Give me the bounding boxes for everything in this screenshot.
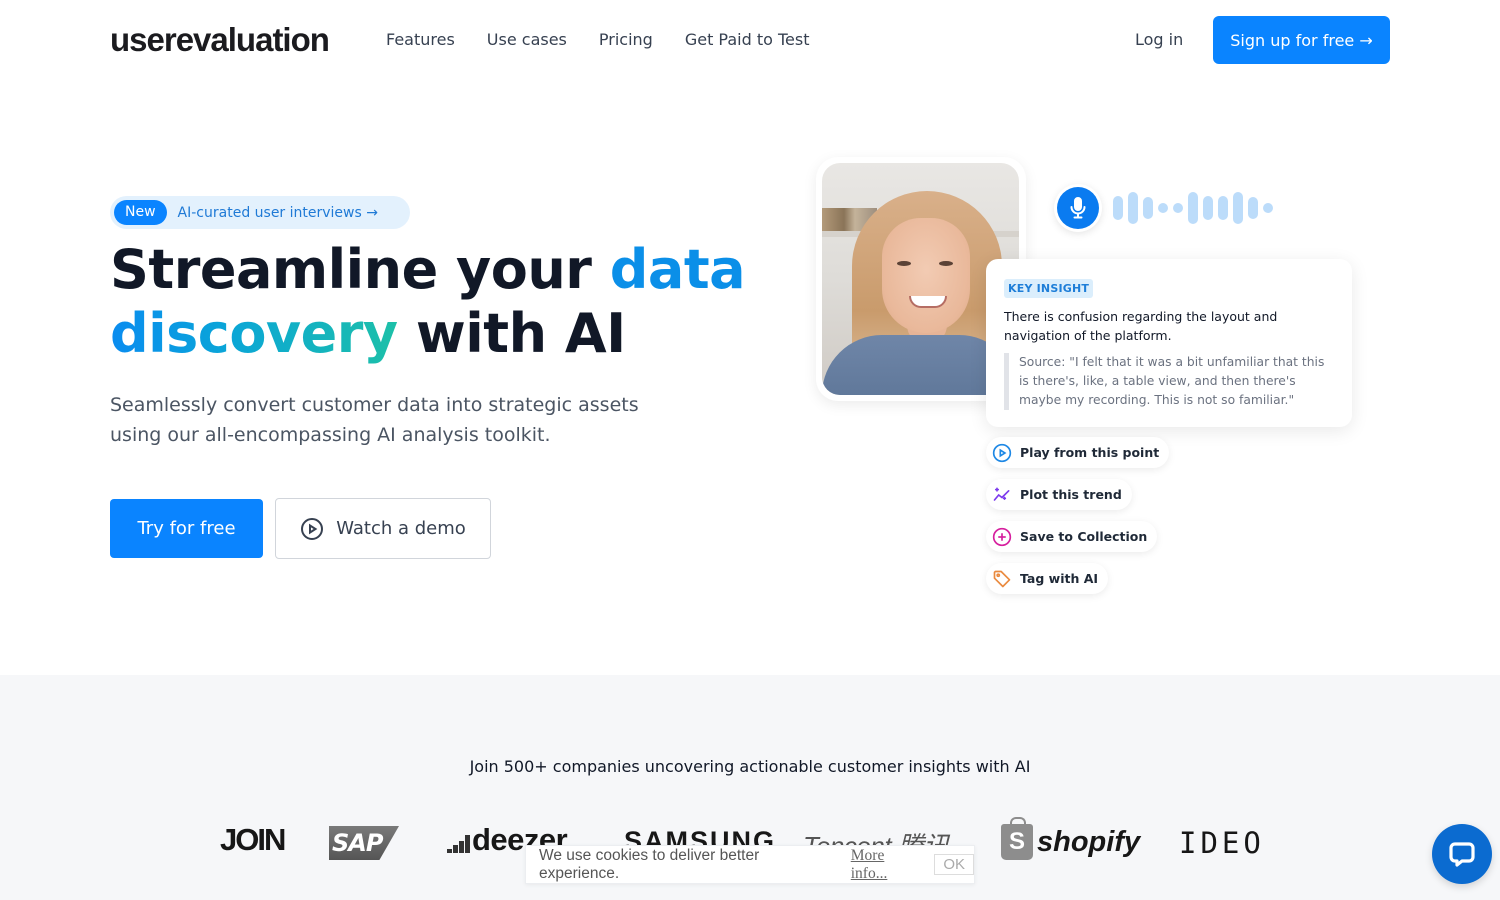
wave-bar bbox=[1248, 197, 1258, 219]
headline-highlight-discovery: discovery bbox=[110, 302, 398, 365]
try-for-free-button[interactable]: Try for free bbox=[110, 499, 263, 558]
cookie-text: We use cookies to deliver better experie… bbox=[539, 846, 760, 882]
chat-bubble-icon bbox=[1449, 842, 1475, 867]
deezer-equalizer-icon bbox=[447, 831, 470, 853]
logo-join: JOIN bbox=[220, 822, 286, 857]
headline-part1: Streamline your bbox=[110, 238, 610, 301]
wave-bar bbox=[1128, 192, 1138, 224]
nav-links: Features Use cases Pricing Get Paid to T… bbox=[386, 28, 810, 52]
announcement-text: AI-curated user interviews → bbox=[177, 204, 378, 221]
hero-subtitle: Seamlessly convert customer data into st… bbox=[110, 394, 639, 446]
nav-link-get-paid[interactable]: Get Paid to Test bbox=[685, 28, 810, 52]
nav-link-use-cases[interactable]: Use cases bbox=[487, 28, 567, 52]
wave-bar bbox=[1203, 196, 1213, 220]
wave-bar bbox=[1218, 196, 1228, 220]
action-tag-ai[interactable]: Tag with AI bbox=[986, 563, 1109, 594]
top-navigation: userevaluation Features Use cases Pricin… bbox=[0, 0, 1500, 80]
wave-bar bbox=[1263, 203, 1273, 213]
key-insight-card: KEY INSIGHT There is confusion regarding… bbox=[986, 259, 1352, 427]
signup-button[interactable]: Sign up for free → bbox=[1213, 16, 1390, 64]
action-plot-trend[interactable]: Plot this trend bbox=[986, 479, 1132, 510]
sparkle-trend-icon bbox=[993, 487, 1010, 501]
wave-bar bbox=[1143, 197, 1153, 219]
wave-bar bbox=[1173, 203, 1183, 213]
microphone-button[interactable] bbox=[1054, 184, 1102, 232]
cookie-banner: We use cookies to deliver better experie… bbox=[525, 845, 975, 884]
action-label: Tag with AI bbox=[1020, 571, 1099, 586]
hero-headline: Streamline your data discovery with AI bbox=[110, 238, 810, 366]
headline-highlight-data: data bbox=[609, 238, 746, 301]
wave-bar bbox=[1188, 192, 1198, 224]
play-circle-icon bbox=[301, 517, 324, 540]
insight-title: There is confusion regarding the layout … bbox=[1004, 309, 1278, 343]
shopify-bag-icon: S bbox=[1001, 817, 1033, 860]
plus-circle-icon bbox=[992, 527, 1012, 546]
logo-shopify-text: shopify bbox=[1037, 825, 1141, 858]
audio-waveform bbox=[1113, 191, 1273, 225]
key-insight-badge: KEY INSIGHT bbox=[1004, 279, 1094, 298]
watch-demo-button[interactable]: Watch a demo bbox=[275, 498, 491, 559]
announcement-pill[interactable]: New AI-curated user interviews → bbox=[110, 196, 410, 229]
nav-link-pricing[interactable]: Pricing bbox=[599, 28, 653, 52]
logo-ideo: IDEO bbox=[1179, 826, 1265, 860]
cookie-ok-button[interactable]: OK bbox=[934, 854, 974, 875]
logo-shopify: S shopify bbox=[1001, 817, 1141, 860]
microphone-icon bbox=[1070, 197, 1086, 219]
chat-widget-button[interactable] bbox=[1432, 824, 1492, 884]
wave-bar bbox=[1233, 192, 1243, 224]
action-label: Play from this point bbox=[1020, 445, 1160, 460]
tag-icon bbox=[993, 570, 1011, 587]
action-label: Save to Collection bbox=[1020, 529, 1148, 544]
wave-bar bbox=[1158, 203, 1168, 213]
watch-demo-label: Watch a demo bbox=[336, 518, 466, 539]
headline-part2: with AI bbox=[397, 302, 626, 365]
insight-quote: Source: "I felt that it was a bit unfami… bbox=[1004, 353, 1334, 410]
insight-actions: Play from this point Plot this trend Sav… bbox=[986, 437, 1170, 594]
brand-logo[interactable]: userevaluation bbox=[110, 20, 330, 60]
action-label: Plot this trend bbox=[1020, 487, 1122, 502]
social-proof-headline: Join 500+ companies uncovering actionabl… bbox=[469, 757, 1031, 776]
play-circle-icon bbox=[992, 443, 1012, 462]
nav-link-features[interactable]: Features bbox=[386, 28, 455, 52]
login-link[interactable]: Log in bbox=[1135, 28, 1183, 52]
action-save-collection[interactable]: Save to Collection bbox=[986, 521, 1158, 552]
action-play-from-point[interactable]: Play from this point bbox=[986, 437, 1170, 468]
new-badge: New bbox=[114, 200, 167, 225]
cookie-more-info-link[interactable]: More info... bbox=[851, 847, 925, 883]
wave-bar bbox=[1113, 196, 1123, 220]
